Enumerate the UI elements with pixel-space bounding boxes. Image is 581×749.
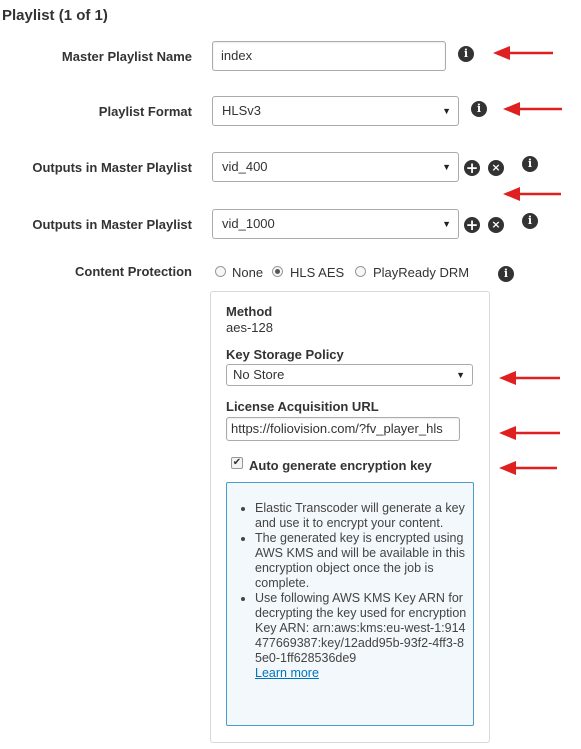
annotation-arrow-icon — [499, 371, 560, 385]
annotation-arrow-icon — [493, 46, 553, 60]
annotation-arrow-icon — [499, 461, 557, 475]
annotation-layer — [493, 46, 562, 475]
annotation-arrow-icon — [503, 187, 561, 201]
annotation-arrow-icon — [499, 426, 560, 440]
annotation-arrow-icon — [503, 102, 562, 116]
